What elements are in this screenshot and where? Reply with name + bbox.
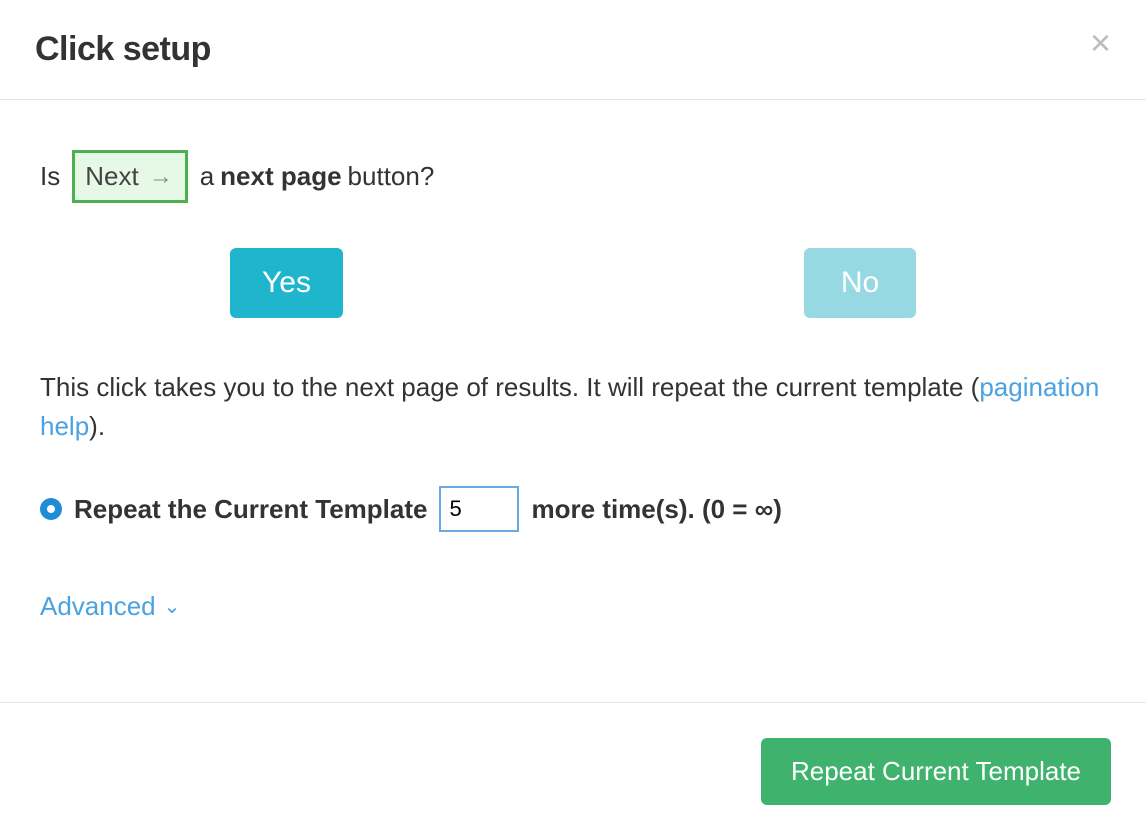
no-button[interactable]: No [804, 248, 916, 318]
yes-button[interactable]: Yes [230, 248, 343, 318]
chevron-down-icon: ⌄ [164, 592, 181, 622]
repeat-count-input[interactable] [439, 486, 519, 532]
repeat-current-template-button[interactable]: Repeat Current Template [761, 738, 1111, 805]
advanced-toggle[interactable]: Advanced ⌄ [40, 587, 180, 626]
question-row: Is Next → a next page button? [40, 150, 1106, 203]
question-bold: next page [220, 157, 341, 196]
next-button-preview: Next → [72, 150, 187, 203]
modal-body: Is Next → a next page button? Yes No Thi… [0, 100, 1146, 702]
advanced-label: Advanced [40, 587, 156, 626]
modal-title: Click setup [35, 30, 211, 69]
question-suffix: button? [348, 157, 435, 196]
desc-part1: This click takes you to the next page of… [40, 372, 979, 402]
repeat-label-before: Repeat the Current Template [74, 490, 427, 529]
modal-header: Click setup × [0, 0, 1146, 100]
question-mid-a: a [200, 157, 214, 196]
question-prefix: Is [40, 157, 60, 196]
modal-footer: Repeat Current Template [0, 702, 1146, 840]
click-setup-modal: Click setup × Is Next → a next page butt… [0, 0, 1146, 840]
repeat-radio[interactable] [40, 498, 62, 520]
desc-part2: ). [89, 411, 105, 441]
description-text: This click takes you to the next page of… [40, 368, 1106, 446]
close-icon[interactable]: × [1090, 25, 1111, 61]
repeat-template-row: Repeat the Current Template more time(s)… [40, 486, 1106, 532]
arrow-right-icon: → [149, 159, 173, 195]
repeat-label-after: more time(s). (0 = ∞) [531, 490, 781, 529]
yes-no-row: Yes No [40, 248, 1106, 318]
preview-text: Next [85, 157, 138, 196]
